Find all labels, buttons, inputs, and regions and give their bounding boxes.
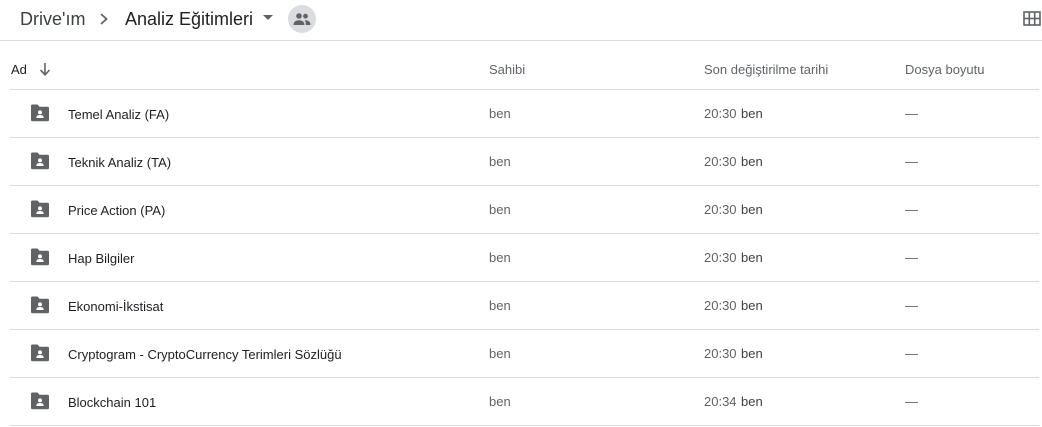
file-modified-by: ben [741, 250, 763, 265]
column-header-owner[interactable]: Sahibi [489, 62, 525, 78]
column-header-name[interactable]: Ad [11, 62, 27, 78]
shared-folder-icon [31, 104, 49, 122]
file-size: — [905, 394, 918, 409]
table-row[interactable]: Hap Bilgiler ben 20:30 ben — [10, 234, 1039, 282]
file-owner: ben [489, 106, 511, 121]
arrow-down-icon[interactable] [38, 61, 52, 77]
file-owner: ben [489, 202, 511, 217]
shared-folder-icon [31, 248, 49, 266]
file-modified-time: 20:30 [704, 202, 737, 217]
table-row[interactable]: Temel Analiz (FA) ben 20:30 ben — [10, 90, 1039, 138]
shared-folder-icon [31, 296, 49, 314]
file-size: — [905, 106, 918, 121]
shared-people-button[interactable] [288, 5, 316, 33]
file-list: Temel Analiz (FA) ben 20:30 ben — Teknik… [10, 90, 1039, 426]
column-header-size[interactable]: Dosya boyutu [905, 62, 985, 78]
file-owner: ben [489, 394, 511, 409]
file-name: Price Action (PA) [68, 203, 166, 218]
file-size: — [905, 298, 918, 313]
toolbar: Drive'ım Analiz Eğitimleri [0, 0, 1042, 41]
file-modified-by: ben [741, 298, 763, 313]
shared-folder-icon [31, 392, 49, 410]
file-modified-by: ben [741, 394, 763, 409]
shared-folder-icon [31, 344, 49, 362]
file-modified-by: ben [741, 154, 763, 169]
breadcrumb-root[interactable]: Drive'ım [20, 7, 85, 31]
file-name: Cryptogram - CryptoCurrency Terimleri Sö… [68, 347, 342, 362]
file-modified-time: 20:30 [704, 154, 737, 169]
file-size: — [905, 250, 918, 265]
file-size: — [905, 346, 918, 361]
shared-folder-icon [31, 152, 49, 170]
file-owner: ben [489, 250, 511, 265]
file-name: Blockchain 101 [68, 395, 157, 410]
file-modified-time: 20:30 [704, 250, 737, 265]
file-size: — [905, 202, 918, 217]
file-modified-time: 20:34 [704, 394, 737, 409]
file-name: Hap Bilgiler [68, 251, 135, 266]
file-owner: ben [489, 346, 511, 361]
file-modified-time: 20:30 [704, 106, 737, 121]
table-row[interactable]: Teknik Analiz (TA) ben 20:30 ben — [10, 138, 1039, 186]
file-modified-time: 20:30 [704, 346, 737, 361]
table-row[interactable]: Ekonomi-İkstisat ben 20:30 ben — [10, 282, 1039, 330]
grid-view-icon[interactable] [1022, 9, 1042, 29]
file-name: Teknik Analiz (TA) [68, 155, 172, 170]
column-header-row: Ad Sahibi Son değiştirilme tarihi Dosya … [10, 42, 1039, 90]
file-modified-by: ben [741, 202, 763, 217]
caret-down-icon[interactable] [263, 15, 273, 21]
file-modified-by: ben [741, 346, 763, 361]
shared-folder-icon [31, 200, 49, 218]
file-size: — [905, 154, 918, 169]
file-modified-by: ben [741, 106, 763, 121]
breadcrumb-current-folder[interactable]: Analiz Eğitimleri [125, 7, 253, 31]
table-row[interactable]: Blockchain 101 ben 20:34 ben — [10, 378, 1039, 426]
file-modified-time: 20:30 [704, 298, 737, 313]
people-icon [293, 13, 311, 25]
chevron-right-icon [100, 13, 108, 25]
table-row[interactable]: Cryptogram - CryptoCurrency Terimleri Sö… [10, 330, 1039, 378]
file-name: Temel Analiz (FA) [68, 107, 170, 122]
table-row[interactable]: Price Action (PA) ben 20:30 ben — [10, 186, 1039, 234]
file-name: Ekonomi-İkstisat [68, 299, 164, 314]
file-owner: ben [489, 298, 511, 313]
file-owner: ben [489, 154, 511, 169]
column-header-modified[interactable]: Son değiştirilme tarihi [704, 62, 828, 78]
